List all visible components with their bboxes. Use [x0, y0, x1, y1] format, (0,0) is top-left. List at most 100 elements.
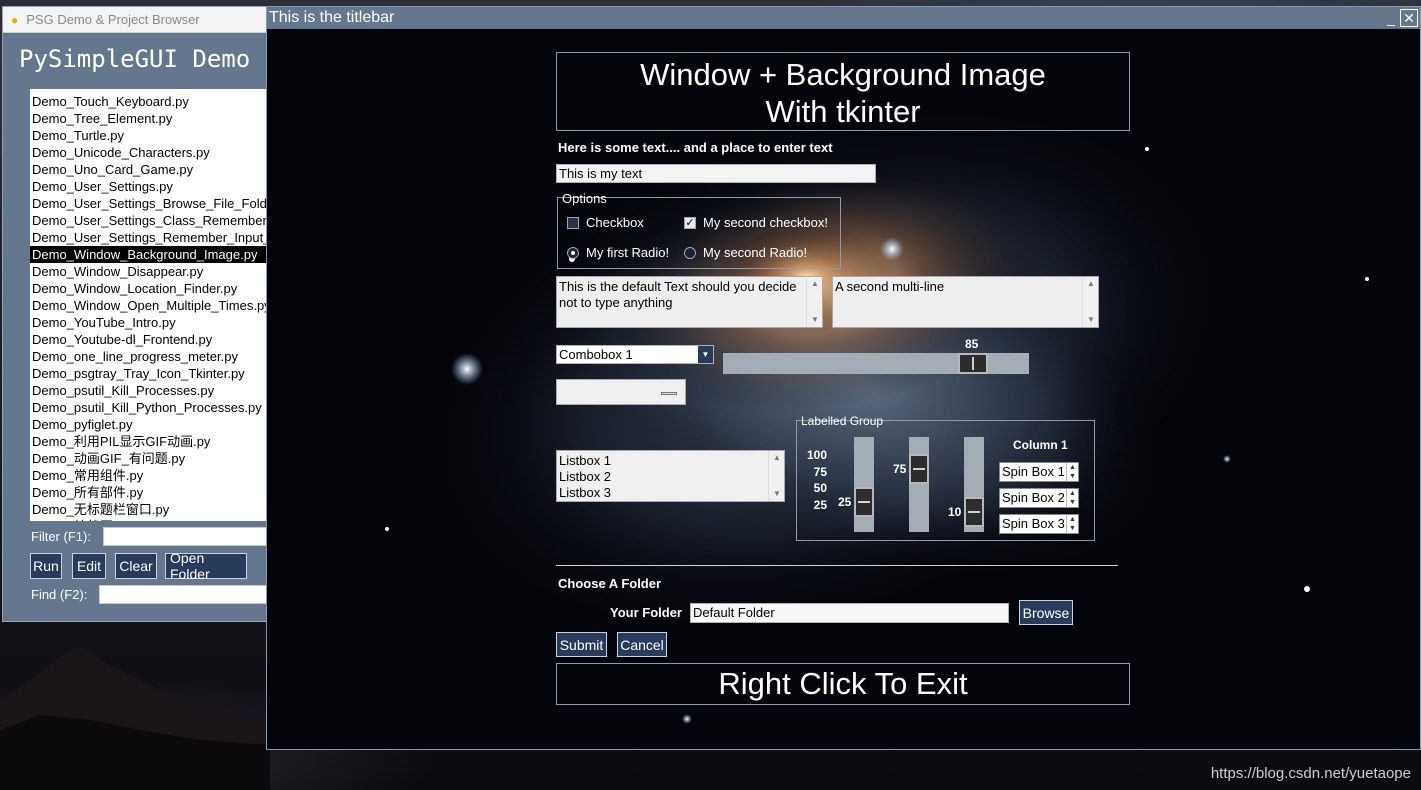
- list-item[interactable]: Listbox 2: [559, 469, 782, 485]
- filter-input[interactable]: [103, 527, 283, 546]
- file-list-item[interactable]: Demo_Uno_Card_Game.py: [30, 161, 290, 178]
- file-list-item[interactable]: Demo_Window_Open_Multiple_Times.py: [30, 297, 290, 314]
- mountain-silhouette: [0, 645, 270, 790]
- vertical-slider-3-thumb[interactable]: [964, 497, 984, 527]
- close-icon[interactable]: ✕: [1400, 9, 1418, 27]
- minimize-icon[interactable]: _: [1382, 9, 1400, 27]
- scroll-down-icon[interactable]: ▼: [807, 313, 822, 327]
- clear-button[interactable]: Clear: [115, 553, 157, 579]
- vertical-slider-2[interactable]: [909, 437, 929, 532]
- demo-title: This is the titlebar: [269, 9, 395, 26]
- header-title: Window + Background Image With tkinter: [556, 56, 1130, 130]
- folder-input[interactable]: Default Folder: [690, 603, 1009, 623]
- open-folder-button[interactable]: Open Folder: [165, 550, 247, 582]
- project-browser-window: ● PSG Demo & Project Browser PySimpleGUI…: [2, 6, 290, 622]
- spin-box-3[interactable]: Spin Box 3 ▲ ▼: [999, 514, 1079, 534]
- labelled-group-label: Labelled Group: [801, 414, 884, 428]
- file-list-item[interactable]: Demo_psutil_Kill_Processes.py: [30, 382, 290, 399]
- chevron-down-icon[interactable]: ▼: [698, 346, 713, 363]
- file-list-item[interactable]: Demo_利用PIL显示GIF动画.py: [30, 433, 290, 450]
- browser-title: PSG Demo & Project Browser: [26, 12, 200, 27]
- file-list-item[interactable]: Demo_User_Settings_Browse_File_Folder: [30, 195, 290, 212]
- horizontal-separator: [556, 565, 1118, 566]
- file-list-item[interactable]: Demo_Tree_Element.py: [30, 110, 290, 127]
- combobox[interactable]: Combobox 1 ▼: [556, 345, 714, 364]
- file-list-item[interactable]: Demo_psutil_Kill_Python_Processes.py: [30, 399, 290, 416]
- list-item[interactable]: Listbox 3: [559, 485, 782, 501]
- run-button[interactable]: Run: [30, 553, 62, 579]
- lightbulb-icon: ●: [11, 12, 19, 27]
- footer-text: Right Click To Exit: [718, 666, 968, 701]
- file-list-item[interactable]: Demo_Turtle.py: [30, 127, 290, 144]
- file-list-item[interactable]: Demo_Youtube-dl_Frontend.py: [30, 331, 290, 348]
- file-list-item[interactable]: Demo_所有部件.py: [30, 484, 290, 501]
- checkbox-1[interactable]: [567, 217, 579, 229]
- file-list-item[interactable]: Demo_Window_Location_Finder.py: [30, 280, 290, 297]
- file-list-item[interactable]: Demo_常用组件.py: [30, 467, 290, 484]
- multiline-1-scrollbar[interactable]: ▲ ▼: [806, 277, 822, 327]
- spin-arrows-icon[interactable]: ▲ ▼: [1066, 515, 1078, 533]
- file-list-item[interactable]: Demo_柱状图: [30, 518, 290, 521]
- checkbox-2[interactable]: ✓: [684, 217, 696, 229]
- spin-arrows-icon[interactable]: ▲ ▼: [1066, 463, 1078, 481]
- scroll-up-icon[interactable]: ▲: [807, 277, 822, 291]
- find-input[interactable]: [99, 585, 283, 604]
- radio-1-label: My first Radio!: [586, 245, 670, 260]
- column-label: Column 1: [1013, 438, 1068, 452]
- edit-button[interactable]: Edit: [72, 553, 106, 579]
- radio-1[interactable]: [567, 247, 579, 259]
- file-list-item[interactable]: Demo_User_Settings_Class_Remember_: [30, 212, 290, 229]
- file-list-item[interactable]: Demo_无标题栏窗口.py: [30, 501, 290, 518]
- submit-button[interactable]: Submit: [556, 632, 607, 657]
- file-list-item[interactable]: Demo_Unicode_Characters.py: [30, 144, 290, 161]
- file-list-item[interactable]: Demo_one_line_progress_meter.py: [30, 348, 290, 365]
- checkbox-2-label: My second checkbox!: [703, 215, 829, 230]
- vertical-slider-1-thumb[interactable]: [854, 487, 874, 517]
- multiline-1[interactable]: This is the default Text should you deci…: [556, 276, 823, 328]
- slider-2-value: 75: [893, 462, 907, 476]
- file-list-item[interactable]: Demo_Touch_Keyboard.py: [30, 93, 290, 110]
- horizontal-slider-thumb[interactable]: [958, 353, 988, 374]
- file-list-item[interactable]: Demo_YouTube_Intro.py: [30, 314, 290, 331]
- file-list-item[interactable]: Demo_pyfiglet.py: [30, 416, 290, 433]
- spin-box-2[interactable]: Spin Box 2 ▲ ▼: [999, 488, 1079, 508]
- galaxy-background-image: [267, 29, 1420, 749]
- horizontal-slider-track[interactable]: [723, 353, 1029, 374]
- file-list-item[interactable]: Demo_动画GIF_有问题.py: [30, 450, 290, 467]
- multiline-2[interactable]: A second multi-line ▲ ▼: [832, 276, 1099, 328]
- vertical-slider-3[interactable]: [964, 437, 984, 532]
- scale-label: 100: [806, 448, 827, 462]
- cancel-button[interactable]: Cancel: [617, 632, 667, 657]
- radio-2[interactable]: [684, 247, 696, 259]
- multiline-2-scrollbar[interactable]: ▲ ▼: [1082, 277, 1098, 327]
- file-list-item[interactable]: Demo_User_Settings_Remember_Input_a: [30, 229, 290, 246]
- spin-box-1[interactable]: Spin Box 1 ▲ ▼: [999, 462, 1079, 482]
- list-item[interactable]: Listbox 1: [559, 453, 782, 469]
- scroll-down-icon[interactable]: ▼: [1083, 313, 1098, 327]
- scale-label: 50: [813, 481, 827, 495]
- browse-button[interactable]: Browse: [1019, 600, 1073, 625]
- scale-label: 75: [813, 464, 827, 479]
- option-menu[interactable]: [556, 379, 686, 405]
- multiline-1-text: This is the default Text should you deci…: [559, 279, 797, 310]
- scroll-down-icon[interactable]: ▼: [769, 487, 784, 501]
- scroll-up-icon[interactable]: ▲: [1083, 277, 1098, 291]
- spin-arrows-icon[interactable]: ▲ ▼: [1066, 489, 1078, 507]
- file-list-item[interactable]: Demo_User_Settings.py: [30, 178, 290, 195]
- scroll-up-icon[interactable]: ▲: [769, 451, 784, 465]
- browser-titlebar[interactable]: ● PSG Demo & Project Browser: [3, 7, 281, 33]
- demo-titlebar[interactable]: This is the titlebar _ ✕: [267, 7, 1420, 29]
- file-list-item[interactable]: Demo_psgtray_Tray_Icon_Tkinter.py: [30, 365, 290, 382]
- slider-1-value: 25: [838, 495, 852, 509]
- file-list-item[interactable]: Demo_Window_Background_Image.py: [30, 246, 290, 263]
- listbox-scrollbar[interactable]: ▲ ▼: [768, 451, 784, 501]
- file-listbox[interactable]: Demo_Touch_Keyboard.py Demo_Tree_Element.…: [30, 89, 290, 521]
- hslider-value: 85: [965, 337, 979, 351]
- vertical-slider-1[interactable]: [854, 437, 874, 532]
- find-label: Find (F2):: [31, 587, 88, 602]
- file-list-item[interactable]: Demo_Window_Disappear.py: [30, 263, 290, 280]
- vertical-slider-2-thumb[interactable]: [909, 454, 929, 484]
- text-input[interactable]: This is my text: [556, 164, 876, 183]
- listbox[interactable]: Listbox 1 Listbox 2 Listbox 3 ▲ ▼: [556, 450, 785, 502]
- options-label: Options: [562, 191, 607, 206]
